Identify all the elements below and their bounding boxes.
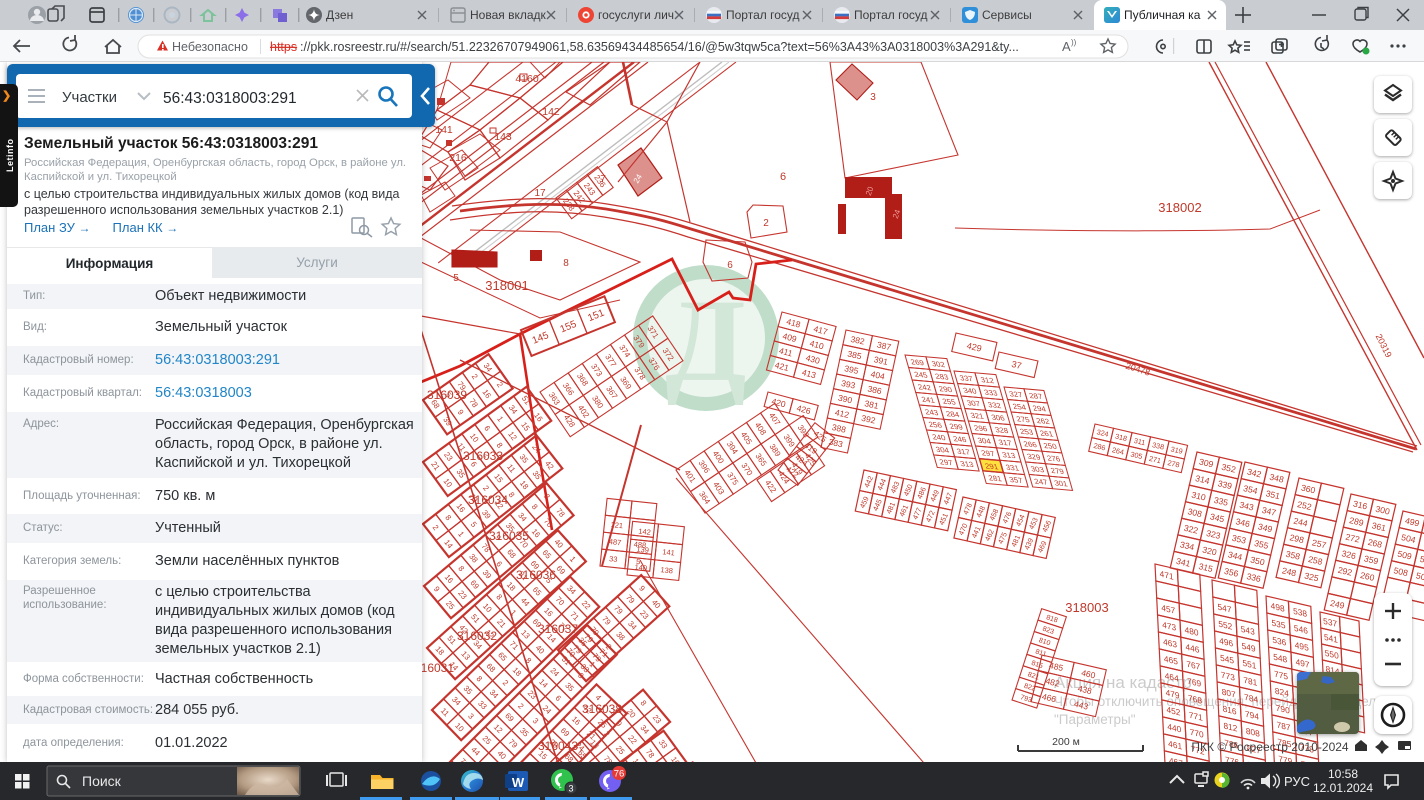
svg-text:Портал госуд: Портал госуд [726,8,799,22]
svg-text:A: A [1062,39,1071,54]
svg-text:140: 140 [634,562,647,572]
svg-text:"Параметры": "Параметры" [1054,712,1136,727]
svg-text:142: 142 [542,106,560,118]
svg-text:Дзен: Дзен [326,8,353,22]
svg-text:56:43:0318003:291: 56:43:0318003:291 [163,90,297,107]
svg-text:Сервисы: Сервисы [982,8,1032,22]
svg-text:316038: 316038 [582,702,622,716]
svg-text:10:58: 10:58 [1328,767,1358,781]
svg-text:316034: 316034 [468,493,508,507]
svg-text:6: 6 [727,260,733,271]
svg-text:8: 8 [563,258,569,269]
svg-text:142: 142 [638,527,651,537]
svg-text:)): )) [1071,38,1077,47]
svg-text:143: 143 [494,131,512,143]
svg-text:Портал госуд: Портал госуд [854,8,927,22]
svg-text:госуслуги лич: госуслуги лич [598,8,674,22]
svg-text:Публичная ка: Публичная ка [1124,8,1201,22]
svg-text:7: 7 [600,174,606,185]
svg-text:17: 17 [534,188,546,199]
svg-text:141: 141 [662,547,675,557]
svg-text:3: 3 [568,784,573,794]
svg-text:Новая вкладк: Новая вкладк [470,8,547,22]
svg-text:6: 6 [780,171,786,183]
svg-text:216: 216 [449,152,467,164]
svg-text:2: 2 [763,218,769,229]
svg-text:РУС: РУС [1284,774,1310,789]
svg-text:138: 138 [660,565,673,575]
svg-text:316037: 316037 [538,622,578,636]
svg-text:139: 139 [636,545,649,555]
svg-text:ПКК © Росреестр 2010-2024: ПКК © Росреестр 2010-2024 [1191,740,1349,754]
svg-text:https: https [270,40,297,54]
svg-text:200 м: 200 м [1052,736,1080,748]
svg-text:316035: 316035 [489,529,529,543]
svg-text:12.01.2024: 12.01.2024 [1313,781,1373,795]
svg-text:76: 76 [614,769,625,780]
svg-text:4160: 4160 [515,73,539,85]
svg-text:://pkk.rosreestr.ru/#/search/5: ://pkk.rosreestr.ru/#/search/51.22326707… [300,40,1019,54]
svg-text:316036: 316036 [516,568,556,582]
svg-text:Д: Д [665,275,746,406]
svg-text:316043: 316043 [538,739,578,753]
svg-text:318002: 318002 [1158,200,1201,215]
svg-text:Участки: Участки [62,89,117,106]
svg-text:3: 3 [870,92,876,103]
svg-text:318001: 318001 [485,278,528,293]
svg-text:W: W [512,775,525,790]
svg-text:316032: 316032 [457,629,497,643]
svg-text:Поиск: Поиск [82,773,122,789]
svg-text:318003: 318003 [1065,600,1108,615]
svg-text:Небезопасно: Небезопасно [172,40,248,54]
svg-text:316033: 316033 [463,449,503,463]
svg-text:33: 33 [609,554,618,564]
